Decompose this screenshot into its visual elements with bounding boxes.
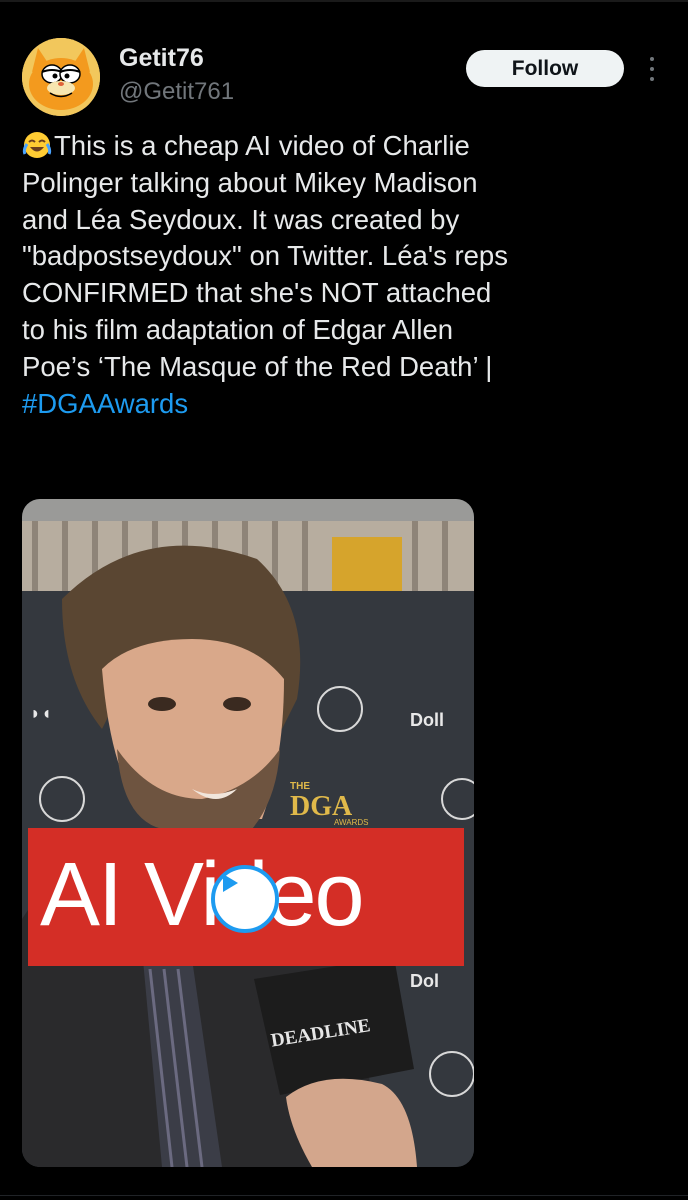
top-divider bbox=[0, 0, 688, 2]
author-name[interactable]: Getit76 bbox=[119, 44, 204, 73]
avatar[interactable] bbox=[22, 38, 100, 116]
post-text-line: to his film adaptation of Edgar Allen bbox=[22, 313, 454, 345]
sponsor-logo: Dol bbox=[410, 971, 439, 991]
post-text-line: Poe’s ‘The Masque of the Red Death’ | bbox=[22, 350, 493, 382]
hashtag-link[interactable]: #DGAAwards bbox=[22, 388, 188, 419]
post-text: This is a cheap AI video of Charlie Poli… bbox=[22, 128, 662, 422]
bottom-divider bbox=[0, 1195, 688, 1196]
svg-text:◗◖: ◗◖ bbox=[30, 703, 52, 723]
follow-button[interactable]: Follow bbox=[466, 50, 624, 87]
play-icon[interactable] bbox=[211, 865, 279, 933]
post-text-line: "badpostseydoux" on Twitter. Léa's reps bbox=[22, 240, 508, 272]
post-header: Getit76 @Getit761 Follow bbox=[22, 38, 672, 118]
author-handle[interactable]: @Getit761 bbox=[119, 78, 234, 106]
more-options-icon[interactable] bbox=[642, 52, 662, 86]
face-with-tears-of-joy-icon bbox=[22, 132, 52, 158]
video-media[interactable]: Doll Dol ◗◖ THE DGA AWARDS DEADLINE AI V… bbox=[22, 499, 474, 1167]
post-text-line: Polinger talking about Mikey Madison bbox=[22, 166, 478, 198]
post-text-line: CONFIRMED that she's NOT attached bbox=[22, 277, 492, 309]
dga-awards: AWARDS bbox=[334, 818, 369, 827]
banner-label: AI Video bbox=[40, 845, 365, 945]
post-text-line: This is a cheap AI video of Charlie bbox=[22, 128, 662, 165]
sponsor-logo: Doll bbox=[410, 710, 444, 730]
post-text-line: and Léa Seydoux. It was created by bbox=[22, 203, 460, 235]
